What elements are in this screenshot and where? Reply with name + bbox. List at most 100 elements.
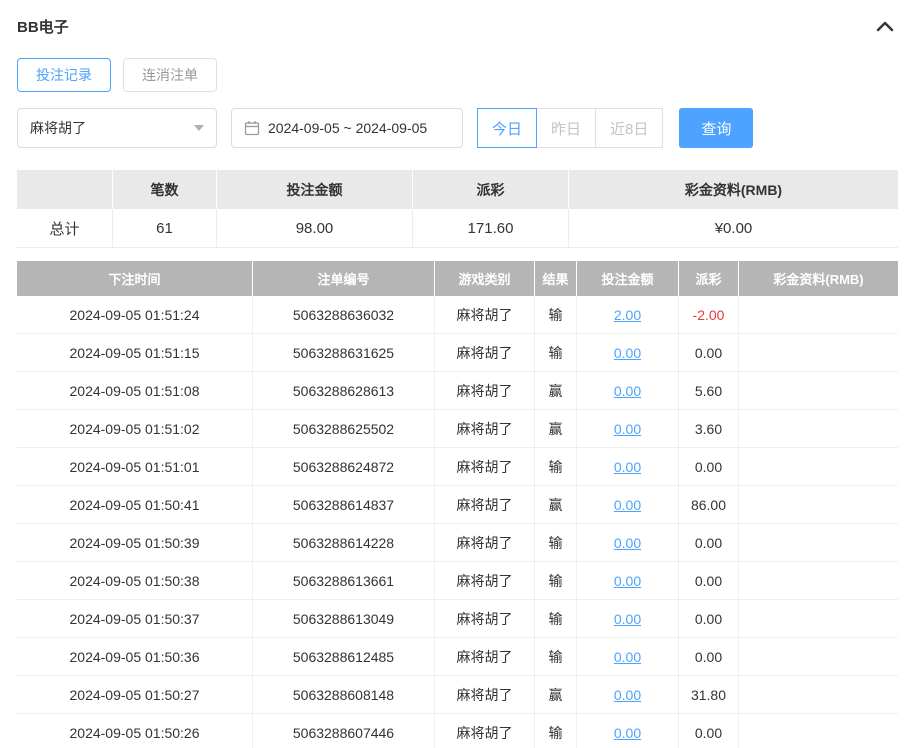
date-range-picker[interactable]: 2024-09-05 ~ 2024-09-05 xyxy=(231,108,463,148)
summary-header-row: 笔数 投注金额 派彩 彩金资料(RMB) xyxy=(17,170,898,209)
bonus-cell xyxy=(739,486,898,524)
bonus-cell xyxy=(739,410,898,448)
bet-time-cell: 2024-09-05 01:51:24 xyxy=(17,296,253,334)
summary-total-row: 总计 61 98.00 171.60 ¥0.00 xyxy=(17,209,898,248)
summary-total-label: 总计 xyxy=(17,209,113,248)
bet-time-cell: 2024-09-05 01:51:02 xyxy=(17,410,253,448)
tab-bet-records[interactable]: 投注记录 xyxy=(17,58,111,92)
game-type-cell: 麻将胡了 xyxy=(435,600,535,638)
bet-amount-link[interactable]: 2.00 xyxy=(614,307,641,323)
bet-amount-link[interactable]: 0.00 xyxy=(614,345,641,361)
result-cell: 赢 xyxy=(535,372,577,410)
bonus-cell xyxy=(739,676,898,714)
bet-amount-cell: 0.00 xyxy=(577,410,679,448)
bet-amount-cell: 0.00 xyxy=(577,638,679,676)
summary-total-bet-amount: 98.00 xyxy=(217,209,413,248)
bet-amount-link[interactable]: 0.00 xyxy=(614,421,641,437)
bonus-cell xyxy=(739,562,898,600)
bet-amount-cell: 0.00 xyxy=(577,486,679,524)
order-number-cell: 5063288624872 xyxy=(253,448,435,486)
summary-total-count: 61 xyxy=(113,209,217,248)
result-cell: 赢 xyxy=(535,676,577,714)
tab-cancelled-orders[interactable]: 连消注单 xyxy=(123,58,217,92)
summary-table: 笔数 投注金额 派彩 彩金资料(RMB) 总计 61 98.00 171.60 … xyxy=(17,170,898,248)
order-number-cell: 5063288608148 xyxy=(253,676,435,714)
col-bonus: 彩金资料(RMB) xyxy=(739,261,898,296)
quick-last8days-button[interactable]: 近8日 xyxy=(595,108,664,148)
order-number-cell: 5063288631625 xyxy=(253,334,435,372)
game-type-cell: 麻将胡了 xyxy=(435,638,535,676)
bonus-cell xyxy=(739,714,898,748)
payout-cell: 0.00 xyxy=(679,334,739,372)
bet-amount-link[interactable]: 0.00 xyxy=(614,725,641,741)
chevron-up-icon xyxy=(876,20,894,32)
table-row: 2024-09-05 01:51:08 5063288628613 麻将胡了赢 0.0… xyxy=(17,372,898,410)
payout-cell: 0.00 xyxy=(679,600,739,638)
bet-time-cell: 2024-09-05 01:51:01 xyxy=(17,448,253,486)
order-number-cell: 5063288613049 xyxy=(253,600,435,638)
quick-yesterday-button[interactable]: 昨日 xyxy=(536,108,597,148)
chevron-down-icon xyxy=(194,125,204,131)
payout-cell: 0.00 xyxy=(679,448,739,486)
order-number-cell: 5063288625502 xyxy=(253,410,435,448)
bet-amount-cell: 0.00 xyxy=(577,676,679,714)
payout-cell: 0.00 xyxy=(679,524,739,562)
game-type-cell: 麻将胡了 xyxy=(435,562,535,600)
order-number-cell: 5063288614228 xyxy=(253,524,435,562)
bet-amount-link[interactable]: 0.00 xyxy=(614,383,641,399)
bonus-cell xyxy=(739,524,898,562)
bet-records-table: 下注时间 注单编号 游戏类别 结果 投注金额 派彩 彩金资料(RMB) 2024… xyxy=(17,261,898,748)
calendar-icon xyxy=(244,120,260,136)
bonus-cell xyxy=(739,638,898,676)
summary-header-count: 笔数 xyxy=(113,170,217,209)
filter-bar: 麻将胡了 2024-09-05 ~ 2024-09-05 今日 昨日 近8日 查… xyxy=(17,108,898,148)
bet-time-cell: 2024-09-05 01:51:08 xyxy=(17,372,253,410)
bet-amount-link[interactable]: 0.00 xyxy=(614,573,641,589)
col-game-type: 游戏类别 xyxy=(435,261,535,296)
game-type-cell: 麻将胡了 xyxy=(435,372,535,410)
payout-cell: 5.60 xyxy=(679,372,739,410)
bet-amount-link[interactable]: 0.00 xyxy=(614,611,641,627)
date-range-value: 2024-09-05 ~ 2024-09-05 xyxy=(268,120,428,136)
col-result: 结果 xyxy=(535,261,577,296)
col-payout: 派彩 xyxy=(679,261,739,296)
bet-amount-cell: 0.00 xyxy=(577,562,679,600)
search-button[interactable]: 查询 xyxy=(679,108,754,148)
bonus-cell xyxy=(739,600,898,638)
order-number-cell: 5063288628613 xyxy=(253,372,435,410)
col-order-number: 注单编号 xyxy=(253,261,435,296)
page: BB电子 投注记录 连消注单 麻将胡了 2024-09-05 ~ 2024-09… xyxy=(0,0,915,748)
order-number-cell: 5063288614837 xyxy=(253,486,435,524)
bonus-cell xyxy=(739,448,898,486)
result-cell: 输 xyxy=(535,562,577,600)
game-select[interactable]: 麻将胡了 xyxy=(17,108,217,148)
bet-time-cell: 2024-09-05 01:50:39 xyxy=(17,524,253,562)
bet-time-cell: 2024-09-05 01:50:41 xyxy=(17,486,253,524)
game-select-value: 麻将胡了 xyxy=(30,120,86,136)
bet-amount-cell: 0.00 xyxy=(577,524,679,562)
bet-amount-link[interactable]: 0.00 xyxy=(614,687,641,703)
bet-amount-cell: 0.00 xyxy=(577,448,679,486)
bet-amount-link[interactable]: 0.00 xyxy=(614,535,641,551)
bet-amount-link[interactable]: 0.00 xyxy=(614,649,641,665)
result-cell: 输 xyxy=(535,448,577,486)
quick-today-button[interactable]: 今日 xyxy=(477,108,538,148)
result-cell: 输 xyxy=(535,600,577,638)
payout-cell: 86.00 xyxy=(679,486,739,524)
collapse-button[interactable] xyxy=(872,16,898,36)
game-type-cell: 麻将胡了 xyxy=(435,714,535,748)
payout-cell: 0.00 xyxy=(679,714,739,748)
bonus-cell xyxy=(739,296,898,334)
bet-time-cell: 2024-09-05 01:51:15 xyxy=(17,334,253,372)
table-row: 2024-09-05 01:50:38 5063288613661 麻将胡了输 0.0… xyxy=(17,562,898,600)
result-cell: 输 xyxy=(535,638,577,676)
bet-time-cell: 2024-09-05 01:50:27 xyxy=(17,676,253,714)
table-row: 2024-09-05 01:50:27 5063288608148 麻将胡了赢 0.0… xyxy=(17,676,898,714)
table-header: 下注时间 注单编号 游戏类别 结果 投注金额 派彩 彩金资料(RMB) xyxy=(17,261,898,296)
bet-amount-link[interactable]: 0.00 xyxy=(614,497,641,513)
col-bet-amount: 投注金额 xyxy=(577,261,679,296)
bet-time-cell: 2024-09-05 01:50:26 xyxy=(17,714,253,748)
table-row: 2024-09-05 01:51:15 5063288631625 麻将胡了输 0.0… xyxy=(17,334,898,372)
table-row: 2024-09-05 01:51:01 5063288624872 麻将胡了输 0.0… xyxy=(17,448,898,486)
bet-amount-link[interactable]: 0.00 xyxy=(614,459,641,475)
